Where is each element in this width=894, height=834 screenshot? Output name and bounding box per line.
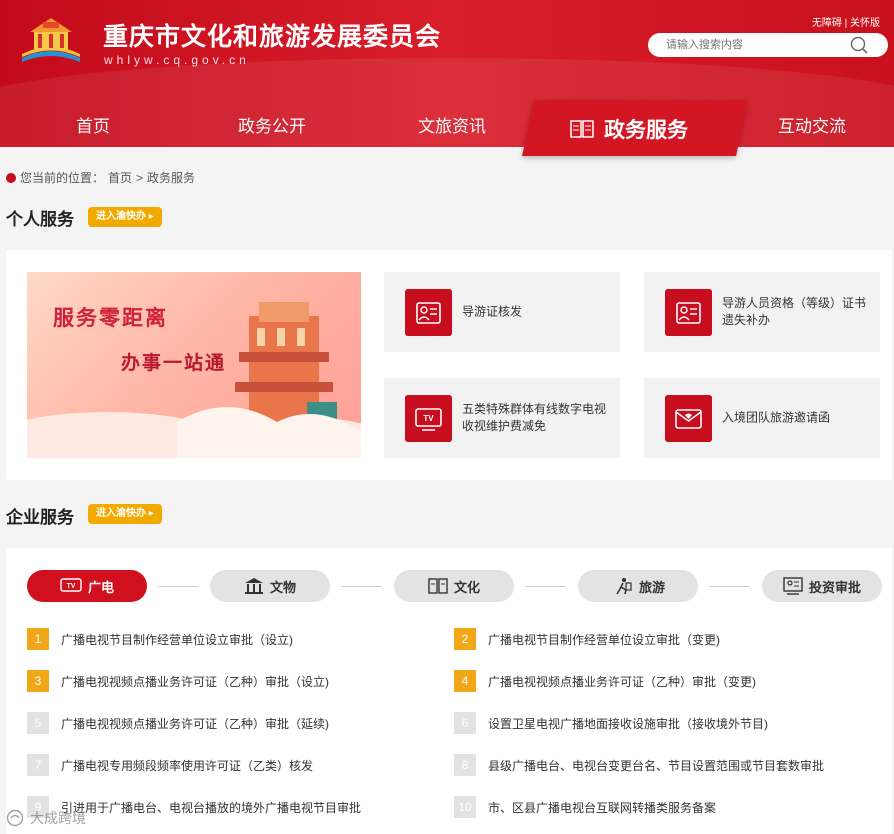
svg-text:TV: TV: [423, 414, 434, 423]
book-icon: [570, 120, 594, 138]
search-box: [648, 33, 888, 57]
nav-active-label: 政务服务: [604, 119, 688, 142]
item-number: 1: [27, 628, 49, 650]
envelope-icon: [665, 395, 712, 442]
location-pin-icon: [6, 172, 16, 183]
breadcrumb-prefix: 您当前的位置：: [20, 171, 105, 185]
certificate-icon: [665, 289, 712, 336]
tab-connector: [709, 586, 749, 587]
nav-item-home[interactable]: 首页: [76, 112, 110, 137]
tab-label: 广电: [87, 579, 114, 595]
breadcrumb-home-link[interactable]: 首页: [108, 169, 132, 186]
breadcrumb: 您当前的位置： 首页 > 政务服务: [6, 169, 195, 186]
search-input[interactable]: [666, 37, 846, 53]
museum-icon: [244, 578, 263, 594]
breadcrumb-separator: >: [136, 170, 144, 185]
service-label: 导游人员资格（等级）证书遗失补办: [722, 296, 867, 327]
service-label: 五类特殊群体有线数字电视收视维护费减免: [462, 402, 607, 433]
service-label: 导游证核发: [462, 304, 523, 319]
list-item[interactable]: 10 市、区县广播电视台互联网转播类服务备案: [454, 796, 716, 818]
tab-tourism[interactable]: 旅游: [578, 570, 698, 602]
item-text: 县级广播电台、电视台变更台名、节目设置范围或节目套数审批: [488, 758, 825, 773]
tab-investment-approval[interactable]: 投资审批: [762, 570, 882, 602]
travel-icon: [616, 578, 632, 595]
tv-icon: TV: [405, 395, 452, 442]
tab-cultural-relics[interactable]: 文物: [210, 570, 330, 602]
item-text: 广播电视视频点播业务许可证（乙种）审批（变更): [488, 674, 756, 689]
site-title: 重庆市文化和旅游发展委员会: [103, 22, 442, 51]
tv-icon: TV: [60, 578, 82, 592]
nav-item-government-affairs[interactable]: 政务公开: [238, 112, 306, 137]
nav-item-culture-news[interactable]: 文旅资讯: [418, 112, 486, 137]
nav-item-government-services[interactable]: 政务服务: [570, 114, 688, 144]
personal-services-title: 个人服务: [6, 210, 74, 230]
item-text: 市、区县广播电视台互联网转播类服务备案: [488, 800, 717, 815]
item-number: 2: [454, 628, 476, 650]
care-mode-link[interactable]: 关怀版: [850, 18, 880, 29]
tab-label: 文物: [269, 579, 296, 595]
service-label: 入境团队旅游邀请函: [722, 410, 831, 425]
top-links: 无障碍 | 关怀版: [812, 14, 880, 29]
item-text: 广播电视视频点播业务许可证（乙种）审批（设立): [61, 674, 329, 689]
list-item[interactable]: 2 广播电视节目制作经营单位设立审批（变更): [454, 628, 720, 650]
item-number: 10: [454, 796, 476, 818]
service-banner[interactable]: 服务零距离 办事一站通: [27, 272, 361, 458]
list-item[interactable]: 3 广播电视视频点播业务许可证（乙种）审批（设立): [27, 670, 329, 692]
tab-connector: [525, 586, 565, 587]
accessibility-link[interactable]: 无障碍: [812, 18, 842, 29]
service-card-guide-certificate-replacement[interactable]: 导游人员资格（等级）证书遗失补办: [644, 272, 880, 352]
personal-enter-button[interactable]: 进入渝快办 ▸: [88, 207, 162, 227]
service-card-cable-tv-fee-reduction[interactable]: TV 五类特殊群体有线数字电视收视维护费减免: [384, 378, 620, 458]
svg-text:TV: TV: [67, 583, 76, 590]
item-text: 设置卫星电视广播地面接收设施审批（接收境外节目): [488, 716, 768, 731]
tab-culture[interactable]: 文化: [394, 570, 514, 602]
watermark-text: 大成跨境: [30, 810, 86, 826]
enterprise-enter-button[interactable]: 进入渝快办 ▸: [88, 504, 162, 524]
item-number: 5: [27, 712, 49, 734]
tab-broadcasting[interactable]: TV 广电: [27, 570, 147, 602]
tab-label: 投资审批: [808, 579, 861, 595]
item-number: 6: [454, 712, 476, 734]
tab-connector: [158, 586, 198, 587]
breadcrumb-current: 政务服务: [147, 171, 196, 185]
search-icon[interactable]: [850, 36, 868, 54]
banner-line-2: 办事一站通: [121, 352, 227, 374]
approval-icon: [783, 577, 803, 595]
watermark: 大成跨境: [6, 808, 86, 828]
item-number: 3: [27, 670, 49, 692]
tab-label: 旅游: [638, 579, 665, 595]
item-text: 广播电视节目制作经营单位设立审批（设立): [61, 632, 293, 647]
item-number: 8: [454, 754, 476, 776]
item-number: 4: [454, 670, 476, 692]
item-text: 广播电视节目制作经营单位设立审批（变更): [488, 632, 720, 647]
top-links-separator: |: [844, 18, 848, 29]
list-item[interactable]: 5 广播电视视频点播业务许可证（乙种）审批（延续): [27, 712, 329, 734]
tab-connector: [341, 586, 381, 587]
enterprise-services-title: 企业服务: [6, 508, 74, 528]
watermark-logo-icon: [6, 809, 24, 827]
book-icon: [428, 578, 448, 594]
list-item[interactable]: 1 广播电视节目制作经营单位设立审批（设立): [27, 628, 293, 650]
item-number: 7: [27, 754, 49, 776]
item-text: 引进用于广播电台、电视台播放的境外广播电视节目审批: [61, 800, 362, 815]
list-item[interactable]: 8 县级广播电台、电视台变更台名、节目设置范围或节目套数审批: [454, 754, 824, 776]
nav-item-interaction[interactable]: 互动交流: [778, 112, 846, 137]
item-text: 广播电视专用频段频率使用许可证（乙类）核发: [61, 758, 314, 773]
list-item[interactable]: 4 广播电视视频点播业务许可证（乙种）审批（变更): [454, 670, 756, 692]
service-card-tour-guide-license[interactable]: 导游证核发: [384, 272, 620, 352]
main-nav: 首页 政务公开 文旅资讯 互动交流: [0, 100, 894, 147]
id-card-icon: [405, 289, 452, 336]
list-item[interactable]: 6 设置卫星电视广播地面接收设施审批（接收境外节目): [454, 712, 768, 734]
site-url: whlyw.cq.gov.cn: [104, 53, 250, 67]
logo-icon[interactable]: [18, 14, 84, 66]
list-item[interactable]: 7 广播电视专用频段频率使用许可证（乙类）核发: [27, 754, 313, 776]
service-card-inbound-tour-invitation[interactable]: 入境团队旅游邀请函: [644, 378, 880, 458]
tab-label: 文化: [453, 579, 480, 595]
banner-line-1: 服务零距离: [53, 305, 168, 330]
item-text: 广播电视视频点播业务许可证（乙种）审批（延续): [61, 716, 329, 731]
